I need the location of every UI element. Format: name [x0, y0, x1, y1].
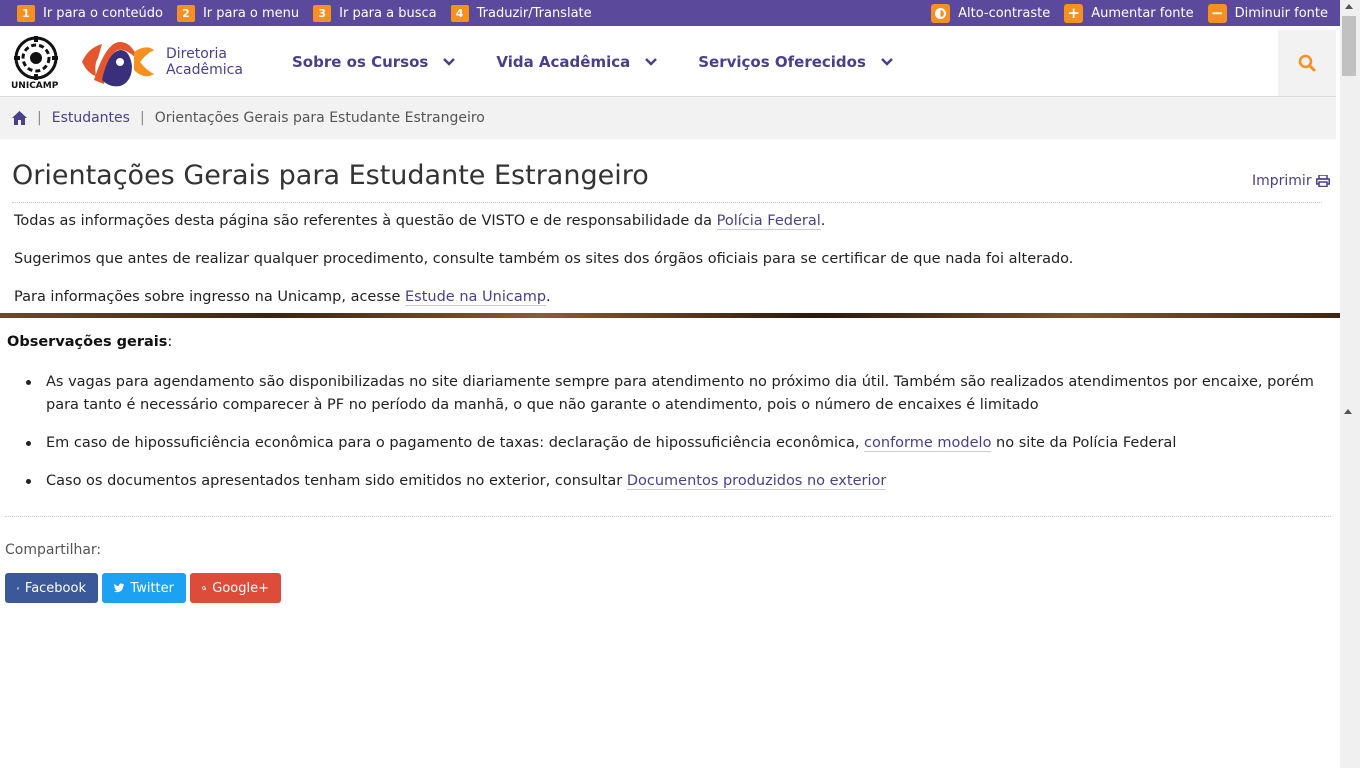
breadcrumb: | Estudantes | Orientações Gerais para E… — [0, 97, 1336, 139]
list-item-text: Em caso de hipossuficiência econômica pa… — [46, 435, 865, 451]
facebook-share-button[interactable]: Facebook — [5, 573, 98, 603]
share-divider — [5, 516, 1331, 517]
twitter-share-button[interactable]: Twitter — [102, 573, 186, 603]
nav-item-label: Sobre os Cursos — [292, 53, 429, 71]
decrease-font-button[interactable]: − Diminuir fonte — [1207, 3, 1328, 23]
high-contrast-label: Alto-contraste — [958, 5, 1051, 21]
contrast-icon — [931, 3, 951, 23]
org-name: Diretoria Acadêmica — [166, 46, 243, 78]
search-button[interactable] — [1278, 30, 1336, 96]
policia-federal-link[interactable]: Polícia Federal — [716, 213, 821, 230]
list-item: As vagas para agendamento são disponibil… — [26, 371, 1328, 417]
shortcut-number-badge: 2 — [176, 4, 195, 22]
observations-list: As vagas para agendamento são disponibil… — [26, 371, 1328, 508]
scrollbar-thumb[interactable] — [1342, 16, 1356, 76]
google-plus-share-button[interactable]: Google+ — [190, 573, 281, 603]
chevron-down-icon — [881, 58, 893, 66]
inner-scroll-up-arrow-icon[interactable] — [1344, 409, 1352, 414]
shortcut-number-badge: 3 — [313, 4, 332, 22]
home-icon[interactable] — [12, 111, 27, 125]
paragraph-text: . — [820, 213, 826, 229]
share-buttons: Facebook Twitter Google+ — [5, 573, 285, 603]
title-divider — [12, 202, 1322, 203]
facebook-label: Facebook — [24, 580, 86, 596]
search-icon — [1298, 54, 1316, 72]
nav-item-sobre-os-cursos[interactable]: Sobre os Cursos — [292, 53, 456, 71]
breadcrumb-current: Orientações Gerais para Estudante Estran… — [154, 110, 485, 126]
skip-link-label: Ir para o menu — [202, 5, 300, 21]
twitter-icon — [114, 583, 125, 593]
skip-links: 1 Ir para o conteúdo 2 Ir para o menu 3 … — [17, 4, 606, 22]
chevron-down-icon — [443, 58, 456, 66]
accessibility-tools: Alto-contraste + Aumentar fonte − Diminu… — [917, 3, 1328, 23]
breadcrumb-separator: | — [37, 110, 42, 126]
scroll-up-arrow-icon[interactable] — [1345, 4, 1353, 9]
translate-link[interactable]: 4 Traduzir/Translate — [450, 4, 592, 22]
minus-icon: − — [1207, 3, 1227, 23]
printer-icon — [1315, 175, 1330, 187]
shortcut-number-badge: 1 — [17, 4, 35, 22]
skip-to-menu-link[interactable]: 2 Ir para o menu — [176, 4, 300, 22]
increase-font-label: Aumentar fonte — [1091, 5, 1194, 21]
google-plus-label: Google+ — [212, 580, 269, 596]
facebook-icon — [17, 586, 19, 590]
breadcrumb-separator: | — [139, 110, 145, 126]
skip-to-content-link[interactable]: 1 Ir para o conteúdo — [17, 4, 163, 22]
nav-item-label: Serviços Oferecidos — [698, 53, 866, 71]
decrease-font-label: Diminuir fonte — [1234, 5, 1328, 21]
admission-info-paragraph: Para informações sobre ingresso na Unica… — [14, 289, 551, 306]
paragraph-text: Para informações sobre ingresso na Unica… — [14, 289, 405, 305]
breadcrumb-link-estudantes[interactable]: Estudantes — [52, 110, 130, 126]
shortcut-number-badge: 4 — [450, 4, 469, 22]
main-nav: Sobre os Cursos Vida Acadêmica Serviços … — [292, 53, 934, 71]
unicamp-wordmark: UNICAMP — [11, 81, 59, 91]
site-header: UNICAMP Diretoria Acadêmica Sobre os Cur… — [0, 30, 1336, 97]
documentos-exterior-link[interactable]: Documentos produzidos no exterior — [626, 473, 887, 490]
increase-font-button[interactable]: + Aumentar fonte — [1064, 3, 1194, 23]
twitter-label: Twitter — [130, 580, 174, 596]
skip-link-label: Traduzir/Translate — [476, 5, 592, 21]
nav-item-servicos-oferecidos[interactable]: Serviços Oferecidos — [698, 53, 894, 71]
observations-heading-colon: : — [167, 334, 173, 350]
list-item-text: As vagas para agendamento são disponibil… — [46, 374, 1314, 413]
estude-na-unicamp-link[interactable]: Estude na Unicamp — [405, 289, 547, 306]
org-name-line2: Acadêmica — [166, 62, 243, 78]
observations-heading: Observações gerais: — [7, 334, 172, 350]
print-link[interactable]: Imprimir — [1252, 173, 1330, 189]
suggestion-paragraph: Sugerimos que antes de realizar qualquer… — [14, 251, 1074, 267]
dac-logo[interactable] — [80, 40, 156, 88]
page-title: Orientações Gerais para Estudante Estran… — [12, 160, 649, 191]
visa-info-paragraph: Todas as informações desta página são re… — [14, 213, 826, 230]
paragraph-text: . — [546, 289, 551, 305]
org-name-line1: Diretoria — [166, 46, 228, 62]
share-label: Compartilhar: — [5, 542, 102, 558]
decorative-photo-strip — [0, 313, 1356, 318]
nav-item-label: Vida Acadêmica — [496, 53, 631, 71]
skip-link-label: Ir para o conteúdo — [43, 5, 163, 21]
accessibility-bar: 1 Ir para o conteúdo 2 Ir para o menu 3 … — [0, 0, 1340, 26]
high-contrast-toggle[interactable]: Alto-contraste — [931, 3, 1051, 23]
conforme-modelo-link[interactable]: conforme modelo — [864, 435, 992, 452]
list-item-text: Caso os documentos apresentados tenham s… — [46, 473, 627, 489]
print-label: Imprimir — [1252, 173, 1312, 189]
page-scrollbar[interactable] — [1340, 0, 1360, 768]
skip-to-search-link[interactable]: 3 Ir para a busca — [313, 4, 437, 22]
observations-heading-text: Observações gerais — [7, 334, 168, 350]
google-icon — [202, 585, 207, 591]
plus-icon: + — [1064, 3, 1084, 23]
paragraph-text: Todas as informações desta página são re… — [14, 213, 717, 229]
list-item: Caso os documentos apresentados tenham s… — [26, 470, 1328, 493]
list-item-text: no site da Polícia Federal — [991, 435, 1177, 451]
list-item: Em caso de hipossuficiência econômica pa… — [26, 432, 1328, 455]
nav-item-vida-academica[interactable]: Vida Acadêmica — [496, 53, 658, 71]
skip-link-label: Ir para a busca — [339, 5, 437, 21]
chevron-down-icon — [645, 58, 658, 66]
